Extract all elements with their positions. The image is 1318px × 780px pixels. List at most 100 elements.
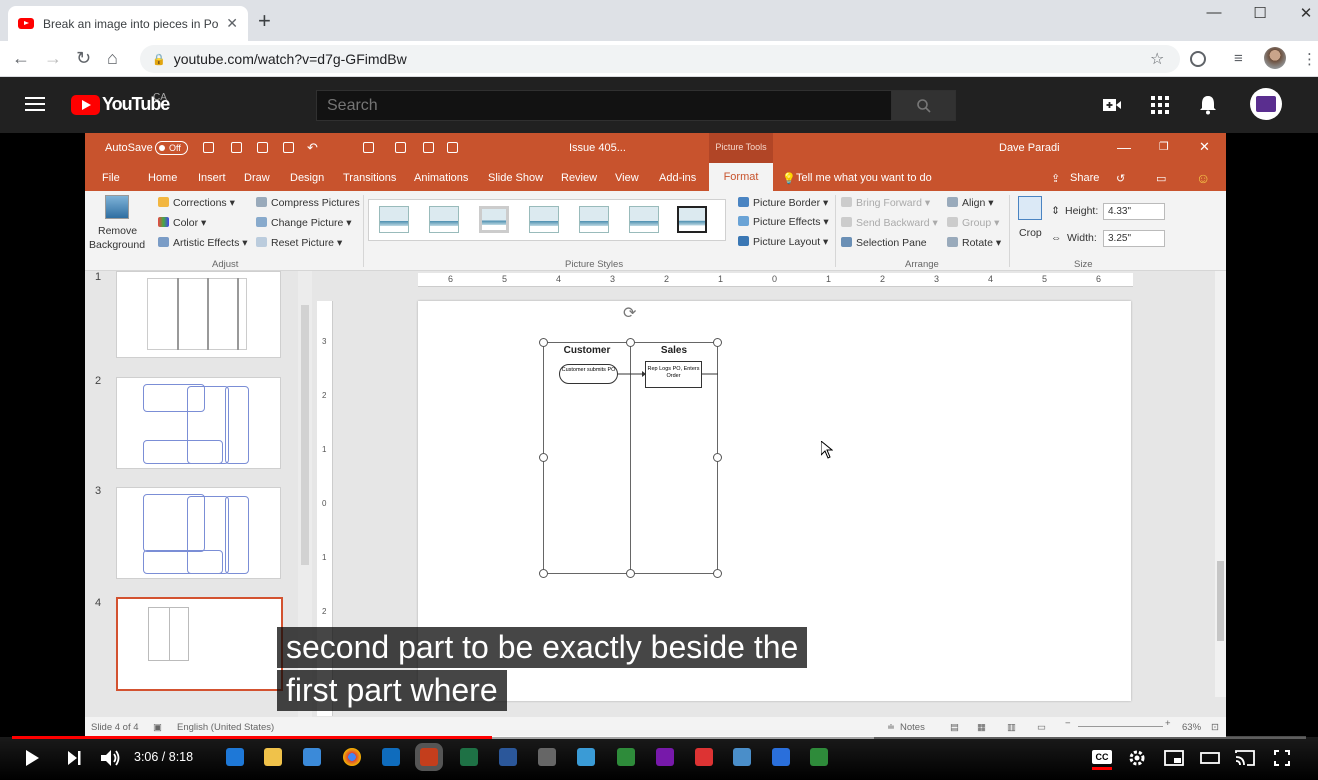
document-title: Issue 405... <box>569 142 626 154</box>
bring-forward-label: Bring Forward <box>856 197 922 209</box>
group-arrange: Arrange <box>905 259 939 270</box>
lightbulb-icon: 💡 <box>782 173 796 185</box>
play-button[interactable] <box>24 749 40 767</box>
thumb-lane <box>169 607 189 661</box>
thumb-lane <box>148 607 170 661</box>
back-arrow-icon[interactable]: ← <box>12 48 30 69</box>
slide-number: 4 <box>95 597 102 609</box>
selection-handle <box>713 453 722 462</box>
picture-border-label: Picture Border <box>753 197 821 209</box>
cube-icon <box>733 748 751 766</box>
region-code: CA <box>153 92 167 103</box>
ppt-tab-draw: Draw <box>244 172 270 184</box>
channel-logo-icon <box>1256 96 1276 112</box>
share-icon: ⇪ <box>1051 173 1061 185</box>
store-icon <box>303 748 321 766</box>
normal-view-icon: ▤ <box>950 722 959 733</box>
selection-handle <box>713 338 722 347</box>
ruler-tick: 1 <box>718 274 724 284</box>
zoom-out-icon: − <box>1065 718 1071 729</box>
create-video-icon[interactable] <box>1102 96 1122 114</box>
cast-icon[interactable] <box>1234 749 1256 767</box>
group-size: Size <box>1074 259 1093 270</box>
color-label: Color <box>173 217 199 229</box>
caption-line-1: second part to be exactly beside the <box>277 627 808 668</box>
share-label: Share <box>1070 172 1100 184</box>
zoom-in-icon: + <box>1165 718 1171 729</box>
mouse-cursor-icon <box>821 441 833 459</box>
youtube-logo-icon[interactable] <box>71 95 100 115</box>
fit-slide-icon: ⊡ <box>1211 722 1219 733</box>
align-label: Align <box>962 197 986 209</box>
volume-button[interactable] <box>100 748 122 768</box>
selection-pane-icon <box>841 237 852 247</box>
extension-icon[interactable] <box>1190 51 1206 67</box>
tab-close-icon[interactable]: ✕ <box>226 15 238 32</box>
browser-tab[interactable]: Break an image into pieces in Po ✕ <box>8 6 248 41</box>
ruler-tick: 5 <box>1042 274 1048 284</box>
ruler-tick: 1 <box>826 274 832 284</box>
edge-icon <box>226 748 244 766</box>
ruler-tick: 4 <box>988 274 994 284</box>
notifications-bell-icon[interactable] <box>1199 95 1217 115</box>
miniplayer-icon[interactable] <box>1164 750 1184 766</box>
present-icon <box>423 142 434 153</box>
slide-thumbnail-2 <box>116 377 281 469</box>
word-icon <box>499 748 517 766</box>
video-progress-bar[interactable] <box>12 736 1306 739</box>
ruler-tick: 2 <box>880 274 886 284</box>
save-icon <box>203 142 214 153</box>
flow-arrow <box>618 371 646 377</box>
apps-grid-icon[interactable] <box>1151 96 1169 114</box>
hamburger-menu-icon[interactable] <box>25 97 45 111</box>
history-icon: ↺ <box>1116 173 1126 185</box>
bookmark-star-icon[interactable]: ☆ <box>1150 49 1164 69</box>
autosave-toggle[interactable]: Off <box>155 141 188 155</box>
reading-view-icon: ▥ <box>1007 722 1016 733</box>
ruler-tick: 0 <box>772 274 778 284</box>
style-thumb <box>629 206 659 233</box>
ruler-tick: 2 <box>322 391 327 400</box>
settings-gear-icon[interactable] <box>1128 749 1146 767</box>
minimize-button[interactable]: — <box>1191 4 1237 21</box>
reset-picture-label: Reset Picture <box>271 237 335 249</box>
rep-logs-shape: Rep Logs PO, Enters Order <box>645 361 702 388</box>
width-icon: ⇔ <box>1051 232 1062 244</box>
compress-icon <box>256 197 267 207</box>
ppt-tab-view: View <box>615 172 639 184</box>
reading-list-icon[interactable]: ≡ <box>1234 50 1243 67</box>
search-input[interactable] <box>316 90 892 121</box>
profile-avatar[interactable] <box>1264 47 1286 69</box>
flow-connector <box>702 373 718 375</box>
new-tab-button[interactable]: + <box>258 10 271 32</box>
powerpoint-taskbar-icon <box>420 748 438 766</box>
home-icon[interactable]: ⌂ <box>107 48 118 69</box>
layout-icon <box>447 142 458 153</box>
camtasia-icon <box>617 748 635 766</box>
search-button[interactable] <box>891 90 956 121</box>
style-thumb <box>579 206 609 233</box>
channel-avatar[interactable] <box>1250 88 1282 120</box>
style-thumb <box>379 206 409 233</box>
fullscreen-icon[interactable] <box>1274 750 1290 766</box>
reload-icon[interactable]: ↻ <box>76 48 91 69</box>
ppt-title-bar: AutoSave Off ↶ Issue 405... Dave Paradi … <box>85 133 1226 163</box>
thumb-highlight <box>225 386 249 464</box>
group-adjust: Adjust <box>212 259 239 270</box>
theater-mode-icon[interactable] <box>1200 752 1220 764</box>
height-label: Height: <box>1065 205 1099 217</box>
notes-icon: ≐ <box>887 722 895 733</box>
maximize-button[interactable]: ☐ <box>1237 4 1283 22</box>
corrections-label: Corrections <box>173 197 227 209</box>
sales-lane-title: Sales <box>660 345 688 356</box>
captions-button[interactable]: CC <box>1092 750 1112 770</box>
ppt-tab-design: Design <box>290 172 325 184</box>
height-input: 4.33" <box>1103 203 1165 220</box>
chrome-menu-icon[interactable]: ⋮ <box>1302 50 1317 68</box>
slideshow-view-icon: ▭ <box>1037 722 1046 733</box>
address-bar[interactable]: 🔒 youtube.com/watch?v=d7g-GFimdBw <box>140 45 1180 73</box>
next-video-button[interactable] <box>66 750 82 766</box>
forward-arrow-icon[interactable]: → <box>44 48 62 69</box>
close-window-button[interactable]: ✕ <box>1283 4 1318 22</box>
screen: Break an image into pieces in Po ✕ + — ☐… <box>0 0 1318 780</box>
